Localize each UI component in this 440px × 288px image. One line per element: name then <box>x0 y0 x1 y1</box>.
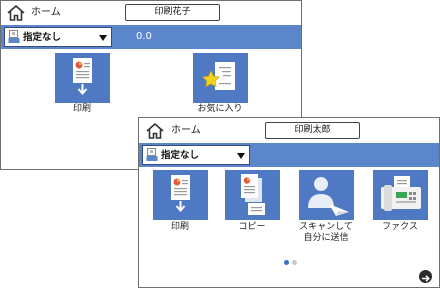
print-icon <box>171 175 190 213</box>
user-settings-icon <box>146 148 158 161</box>
tile-label: お気に入り <box>197 104 243 114</box>
preset-dropdown[interactable]: 指定なし <box>4 27 112 47</box>
tile-label: コピー <box>238 222 266 232</box>
status-bar: 指定なし 0.0 <box>1 25 301 49</box>
scan-to-me-tile[interactable] <box>299 170 354 220</box>
copy-tile[interactable] <box>225 170 280 220</box>
copy-icon <box>241 174 265 215</box>
print-icon <box>73 58 92 96</box>
print-tile[interactable] <box>55 53 110 103</box>
home-icon[interactable] <box>146 123 164 139</box>
header: ホーム 印刷花子 <box>1 1 301 25</box>
scan-to-me-icon <box>308 177 349 216</box>
next-page-button[interactable] <box>419 270 432 283</box>
tile-label: 印刷 <box>72 104 91 114</box>
tile-label: 印刷 <box>170 222 189 232</box>
fax-tile[interactable] <box>373 170 428 220</box>
dropdown-label: 指定なし <box>161 150 200 161</box>
front-screen-panel: ホーム 印刷太郎 指定なし 印刷 コピー スキャンして 自分に送信 ファクス <box>138 117 440 288</box>
favorites-icon <box>201 62 235 90</box>
favorites-tile[interactable] <box>193 53 248 103</box>
header: ホーム 印刷太郎 <box>139 118 439 142</box>
dropdown-label: 指定なし <box>23 32 62 43</box>
user-name-box[interactable]: 印刷花子 <box>125 4 220 21</box>
home-label[interactable]: ホーム <box>31 6 61 20</box>
page-dot[interactable] <box>292 260 297 265</box>
tile-label: ファクス <box>382 222 418 232</box>
user-settings-icon <box>8 30 20 43</box>
tile-label: スキャンして <box>299 222 353 232</box>
user-name-box[interactable]: 印刷太郎 <box>265 122 360 139</box>
tile-label: 自分に送信 <box>303 233 349 243</box>
home-label[interactable]: ホーム <box>171 124 201 138</box>
arrow-right-circle-icon <box>422 275 430 282</box>
print-tile[interactable] <box>153 170 208 220</box>
value-display: 0.0 <box>136 31 152 42</box>
home-icon[interactable] <box>7 5 25 21</box>
chevron-down-icon <box>99 35 107 41</box>
chevron-down-icon <box>237 153 245 159</box>
fax-icon <box>381 176 421 211</box>
preset-dropdown[interactable]: 指定なし <box>142 145 250 165</box>
page-dot-active[interactable] <box>284 260 289 265</box>
status-bar: 指定なし <box>139 143 439 167</box>
